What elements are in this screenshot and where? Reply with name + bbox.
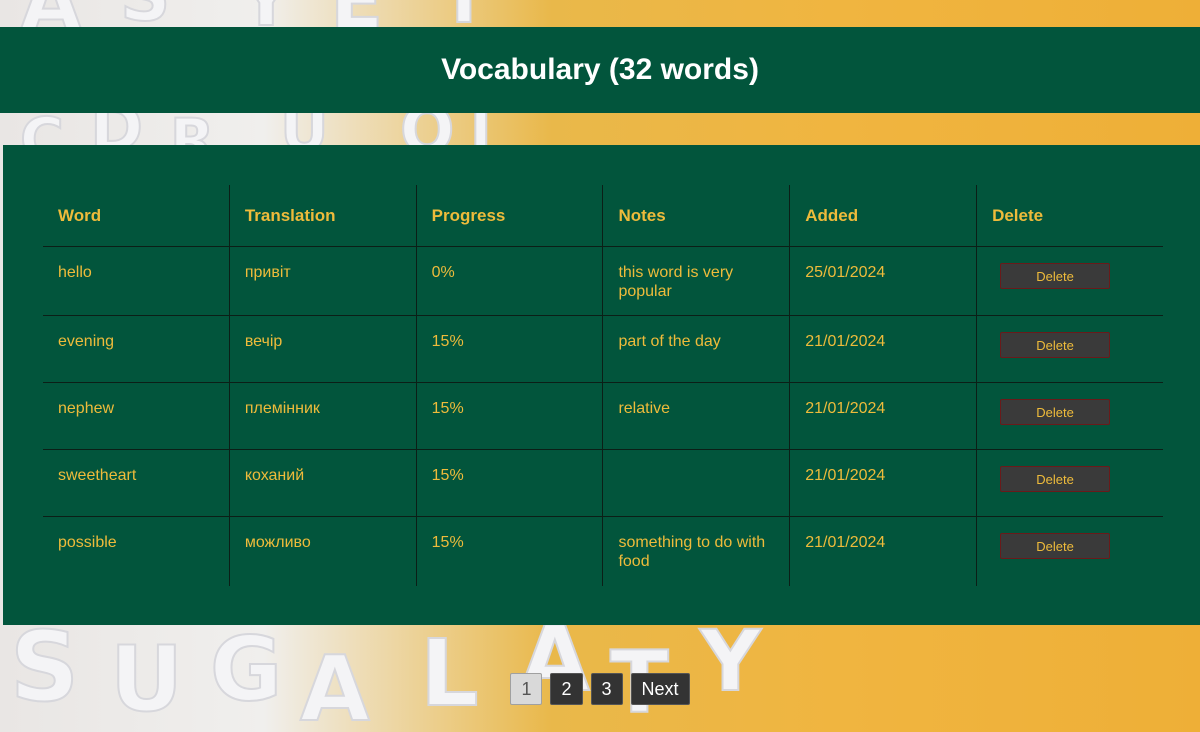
cell-added: 21/01/2024 [789,516,977,586]
delete-button[interactable]: Delete [1000,399,1111,425]
table-row: evening вечір 15% part of the day 21/01/… [43,315,1163,383]
cell-notes: something to do with food [602,516,790,586]
cell-notes: this word is very popular [602,246,790,316]
cell-translation: привіт [228,246,417,316]
cell-progress: 0% [415,246,603,316]
cell-word: possible [58,534,117,551]
vocabulary-table: Word Translation Progress Notes Added De… [43,185,1163,586]
pagination: 1 2 3 Next [0,673,1200,705]
svg-text:S: S [10,611,79,723]
table-row: sweetheart коханий 15% 21/01/2024 Delete [43,449,1163,517]
vocabulary-panel: Word Translation Progress Notes Added De… [3,145,1200,625]
delete-button[interactable]: Delete [1000,332,1111,358]
cell-translation: коханий [228,449,417,517]
column-header-notes: Notes [602,185,790,247]
cell-progress: 15% [415,516,603,586]
page-button-3[interactable]: 3 [590,673,623,705]
cell-delete: Delete [976,246,1163,316]
cell-word: sweetheart [43,449,230,517]
cell-added: 21/01/2024 [789,315,977,383]
cell-translation: можливо [228,516,417,586]
cell-translation: племінник [228,382,417,450]
cell-delete: Delete [976,516,1163,586]
cell-delete: Delete [976,315,1163,383]
table-header-row: Word Translation Progress Notes Added De… [43,185,1163,247]
cell-progress: 15% [415,449,603,517]
cell-notes [602,449,790,517]
page-button-2[interactable]: 2 [550,673,583,705]
cell-delete: Delete [976,382,1163,450]
column-header-word: Word [43,185,230,247]
column-header-delete: Delete [976,185,1163,247]
cell-progress: 15% [415,315,603,383]
column-header-added: Added [789,185,977,247]
cell-notes: part of the day [602,315,790,383]
column-header-progress: Progress [415,185,603,247]
cell-word: nephew [43,382,230,450]
page-header: Vocabulary (32 words) [0,27,1200,113]
cell-word: evening [43,315,230,383]
column-header-translation: Translation [228,185,417,247]
table-row: possible можливо 15% something to do wit… [43,516,1163,586]
cell-translation: вечір [228,315,417,383]
delete-button[interactable]: Delete [1000,263,1111,289]
delete-button[interactable]: Delete [1000,466,1111,492]
page-title: Vocabulary (32 words) [441,53,759,86]
cell-notes: relative [602,382,790,450]
cell-added: 25/01/2024 [789,246,977,316]
cell-delete: Delete [976,449,1163,517]
svg-text:G: G [210,618,282,721]
page-button-1[interactable]: 1 [510,673,543,705]
delete-button[interactable]: Delete [1000,533,1111,559]
cell-added: 21/01/2024 [789,382,977,450]
next-page-button[interactable]: Next [630,673,690,705]
cell-word: hello [43,246,230,316]
cell-progress: 15% [415,382,603,450]
table-row: nephew племінник 15% relative 21/01/2024… [43,382,1163,450]
table-row: hello привіт 0% this word is very popula… [43,246,1163,316]
cell-added: 21/01/2024 [789,449,977,517]
